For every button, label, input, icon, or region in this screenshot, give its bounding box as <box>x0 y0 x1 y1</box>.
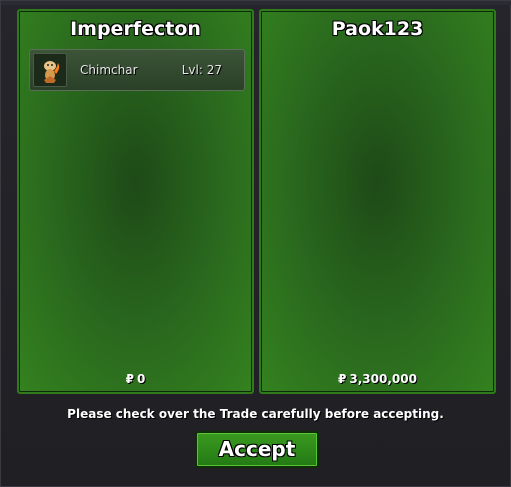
accept-button[interactable]: Accept <box>195 431 319 468</box>
left-money: ₽0 <box>19 372 252 386</box>
trade-notice: Please check over the Trade carefully be… <box>67 407 444 421</box>
right-money: ₽3,300,000 <box>261 372 494 386</box>
chimchar-icon <box>33 53 67 87</box>
pokedollar-icon: ₽ <box>338 372 347 386</box>
item-name: Chimchar <box>80 63 138 77</box>
left-trade-panel: Imperfecton Chimchar Lvl: 27 ₽0 <box>17 9 254 394</box>
right-player-name: Paok123 <box>331 18 424 40</box>
right-money-amount: 3,300,000 <box>349 372 417 386</box>
window-top-strip <box>1 1 511 5</box>
pokedollar-icon: ₽ <box>125 372 134 386</box>
left-money-amount: 0 <box>137 372 146 386</box>
right-trade-panel: Paok123 ₽3,300,000 <box>259 9 496 394</box>
trade-window: Imperfecton Chimchar Lvl: 27 ₽0 Paok123 <box>0 0 511 487</box>
trade-item-row[interactable]: Chimchar Lvl: 27 <box>29 49 245 91</box>
item-level: Lvl: 27 <box>181 63 222 77</box>
left-player-name: Imperfecton <box>70 18 201 40</box>
